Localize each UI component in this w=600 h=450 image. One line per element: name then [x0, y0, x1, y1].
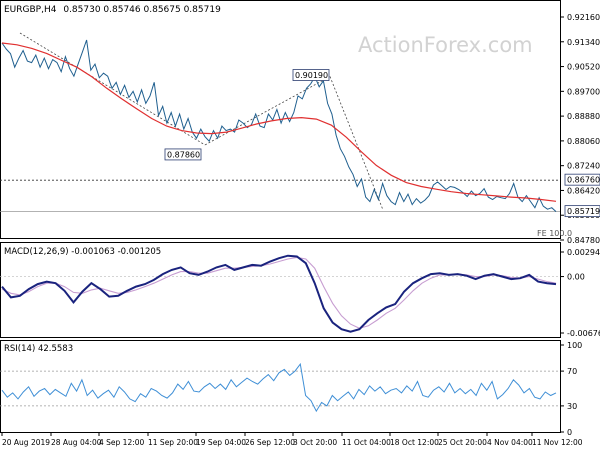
x-tick-label: 18 Oct 12:00 — [390, 438, 439, 447]
low-level-label: 0.87860 — [167, 150, 200, 159]
price-tick-label: 0.84780 — [567, 236, 600, 245]
current-price-label: 0.85719 — [567, 207, 600, 216]
rsi-title: RSI(14) 42.5583 — [4, 344, 73, 354]
macd-title: MACD(12,26,9) -0.001063 -0.001205 — [4, 247, 161, 257]
x-tick-label: 3 Oct 20:00 — [293, 438, 337, 447]
x-tick-label: 26 Sep 12:00 — [245, 438, 295, 447]
x-tick-label: 19 Sep 04:00 — [196, 438, 246, 447]
price-tick-label: 0.88880 — [567, 112, 600, 121]
x-tick-label: 20 Aug 2019 — [2, 438, 50, 447]
x-tick-label: 11 Nov 12:00 — [532, 438, 583, 447]
price-tick-label: 0.90520 — [567, 63, 600, 72]
rsi-tick-label: 70 — [567, 367, 577, 376]
ohlc-label: 0.85730 0.85746 0.85675 0.85719 — [63, 5, 221, 15]
x-tick-label: 4 Sep 12:00 — [99, 438, 145, 447]
watermark: ActionForex.com — [358, 33, 533, 57]
symbol-label: EURGBP,H4 — [4, 5, 57, 15]
high-level-label: 0.90190 — [295, 71, 328, 80]
price-tick-label: 0.92160 — [567, 13, 600, 22]
x-tick-label: 28 Aug 04:00 — [51, 438, 102, 447]
chart-root: EURGBP,H4 0.85730 0.85746 0.85675 0.8571… — [0, 0, 600, 447]
x-tick-label: 25 Oct 20:00 — [438, 438, 487, 447]
rsi-tick-label: 100 — [567, 341, 582, 350]
x-tick-label: 4 Nov 04:00 — [487, 438, 533, 447]
rsi-tick-label: 30 — [567, 402, 577, 411]
macd-tick-label: 0.002942 — [567, 248, 600, 257]
x-axis: 20 Aug 2019 28 Aug 04:004 Sep 12:00 11 Sep… — [1, 432, 583, 447]
price-tick-label: 0.87240 — [567, 162, 600, 171]
price-tick-label: 0.89700 — [567, 87, 600, 96]
macd-tick-label: 0.00 — [567, 273, 585, 282]
price-tick-label: 0.88060 — [567, 137, 600, 146]
x-tick-label: 11 Oct 04:00 — [342, 438, 391, 447]
chart-title: EURGBP,H4 0.85730 0.85746 0.85675 0.8571… — [4, 5, 221, 15]
rsi-tick-label: 0 — [567, 428, 572, 437]
macd-tick-label: -0.006761 — [567, 329, 600, 338]
x-tick-label: 11 Sep 20:00 — [148, 438, 198, 447]
resistance-level-label: 0.86760 — [567, 176, 600, 185]
price-tick-label: 0.86420 — [567, 186, 600, 195]
price-tick-label: 0.91340 — [567, 38, 600, 47]
